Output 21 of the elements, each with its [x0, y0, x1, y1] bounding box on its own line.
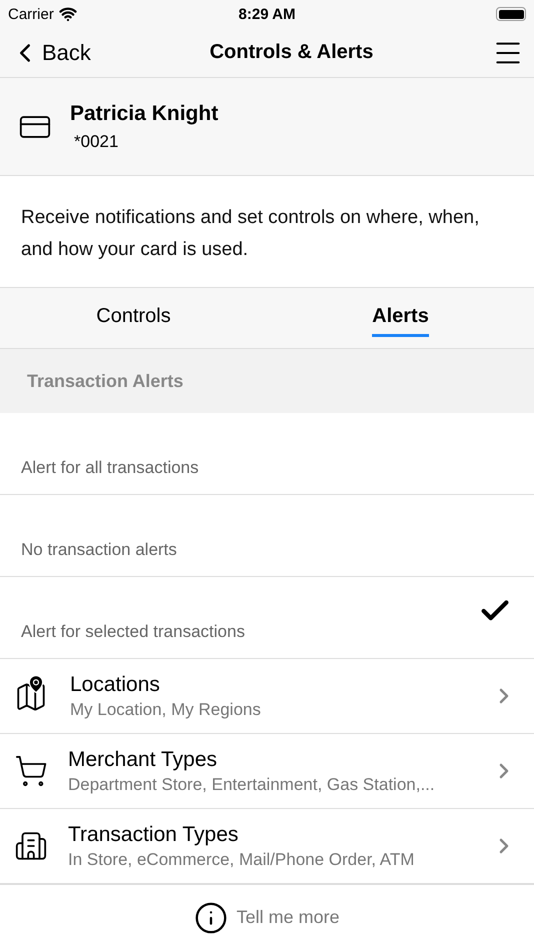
cardholder-name: Patricia Knight [70, 102, 218, 126]
screen-title: Controls & Alerts [210, 41, 374, 64]
category-title: Transaction Types [68, 822, 240, 846]
category-title: Locations [70, 672, 161, 696]
tab[interactable]: Alerts [267, 288, 534, 348]
category-subtitle: Department Store, Entertainment, Gas Station,... [68, 774, 436, 794]
category-subtitle: In Store, eCommerce, Mail/Phone Order, ATM [68, 850, 416, 870]
tab[interactable]: Controls [0, 288, 267, 348]
battery-icon [496, 7, 526, 21]
cart-icon [14, 754, 48, 788]
card-number: *0021 [73, 132, 120, 152]
category-title: Merchant Types [68, 748, 218, 772]
section-header: Transaction Alerts [0, 349, 534, 413]
carrier-label: Carrier [8, 6, 54, 22]
back-button[interactable]: Back [10, 38, 91, 68]
status-time: 8:29 AM [238, 6, 296, 22]
wifi-icon [58, 5, 77, 23]
category-subtitle: My Location, My Regions [70, 700, 262, 720]
description-text: Receive notifications and set controls on where, when, and how your card is used. [20, 206, 480, 262]
info-icon [194, 900, 228, 934]
tell-me-more-button[interactable]: Tell me more [194, 900, 340, 934]
